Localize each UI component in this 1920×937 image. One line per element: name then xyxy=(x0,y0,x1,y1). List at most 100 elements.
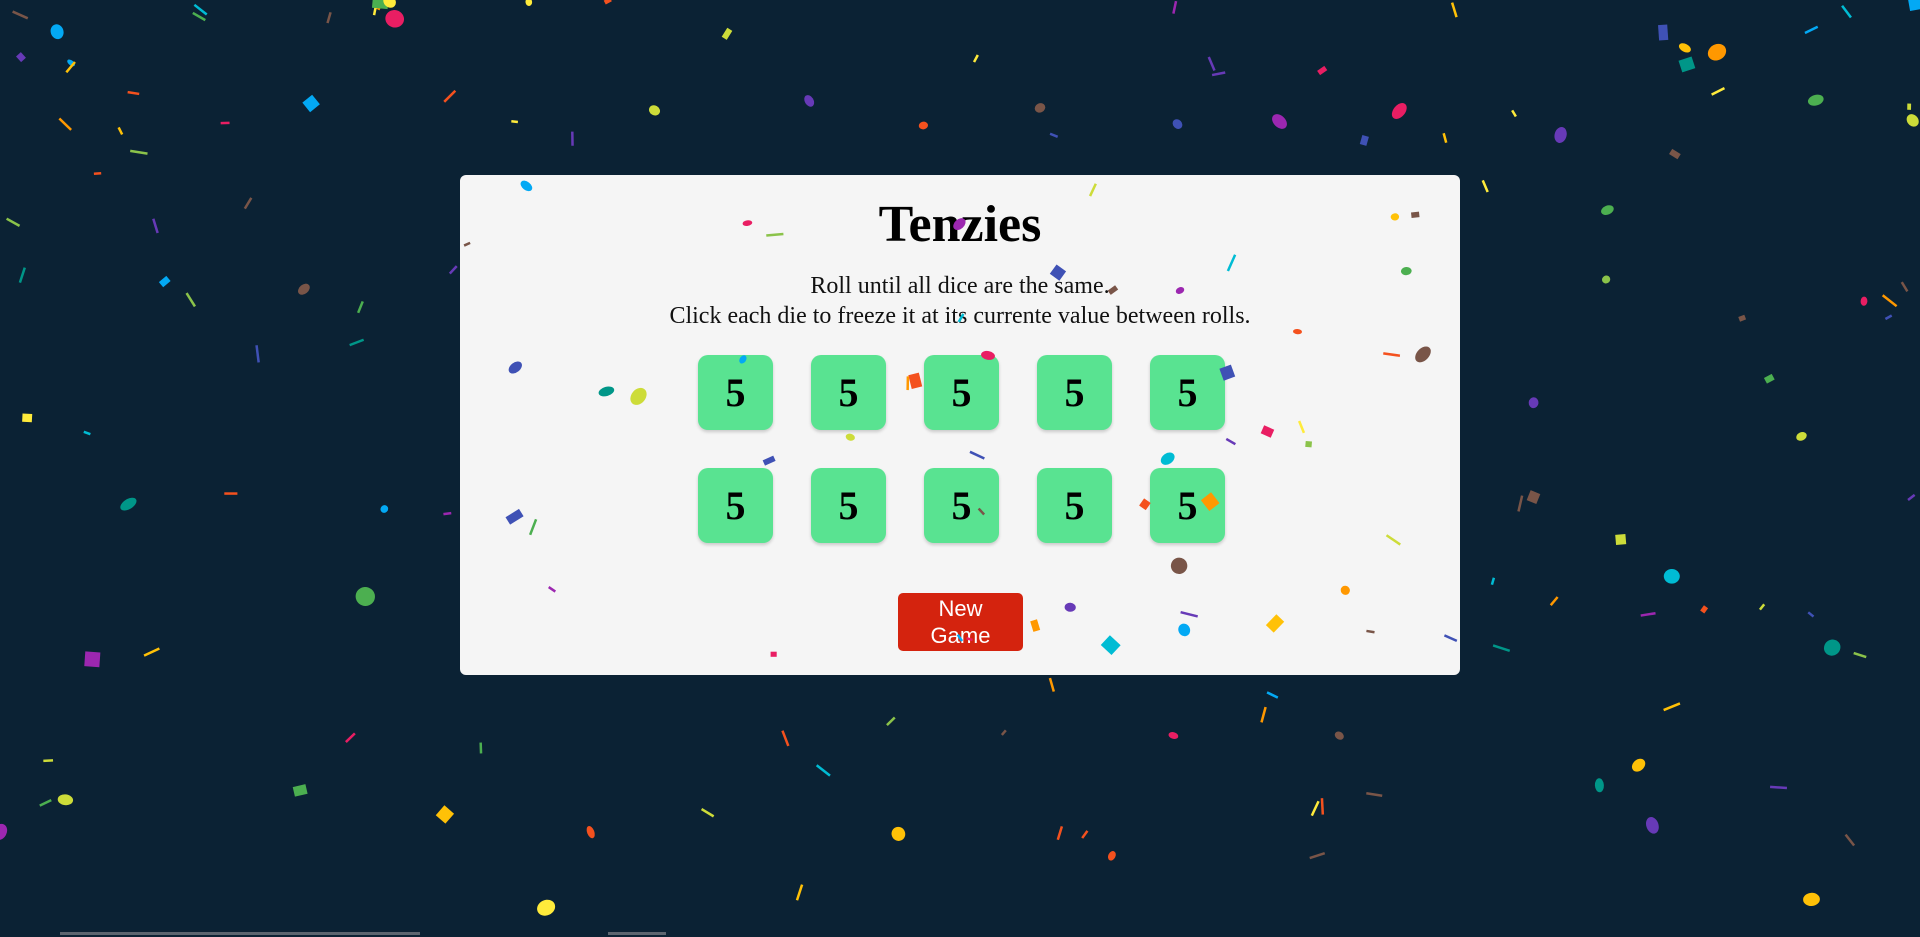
confetti-piece xyxy=(1000,729,1007,736)
confetti-piece xyxy=(127,90,140,96)
confetti-piece xyxy=(158,275,171,288)
confetti-piece xyxy=(586,825,595,839)
die-10[interactable]: 5 xyxy=(1150,468,1225,543)
confetti-piece xyxy=(1481,179,1489,193)
confetti-piece xyxy=(1450,2,1458,18)
confetti-piece xyxy=(1615,534,1627,545)
confetti-piece xyxy=(243,197,253,210)
confetti-piece xyxy=(1646,817,1659,834)
confetti-piece xyxy=(1317,65,1328,76)
confetti-piece xyxy=(1900,281,1909,292)
confetti-piece xyxy=(1906,114,1919,127)
confetti-piece xyxy=(298,283,310,295)
confetti-piece xyxy=(22,413,33,423)
confetti-piece xyxy=(345,732,356,743)
confetti-piece xyxy=(185,292,196,308)
confetti-piece xyxy=(143,647,160,657)
confetti-piece xyxy=(1884,314,1893,321)
confetti-piece xyxy=(1081,830,1089,839)
confetti-piece xyxy=(372,4,381,11)
confetti-piece xyxy=(193,3,208,16)
confetti-piece xyxy=(1807,611,1815,618)
scrollbar-thumb[interactable] xyxy=(608,932,666,935)
confetti-piece xyxy=(1320,798,1325,815)
confetti-piece xyxy=(1841,4,1852,19)
confetti-piece xyxy=(1796,432,1807,441)
confetti-piece xyxy=(1391,103,1407,119)
die-2[interactable]: 5 xyxy=(811,355,886,430)
confetti-piece xyxy=(1554,127,1567,143)
game-title: Tenzies xyxy=(878,196,1042,253)
confetti-piece xyxy=(443,511,452,516)
confetti-piece xyxy=(886,716,896,726)
confetti-piece xyxy=(1266,691,1279,699)
confetti-piece xyxy=(130,149,148,155)
die-9[interactable]: 5 xyxy=(1037,468,1112,543)
confetti-piece xyxy=(1669,148,1681,160)
confetti-piece xyxy=(1107,851,1116,861)
confetti-piece xyxy=(1631,758,1646,772)
confetti-piece xyxy=(1763,373,1775,384)
confetti-piece xyxy=(1823,639,1841,656)
confetti-piece xyxy=(302,94,320,113)
confetti-piece xyxy=(648,105,661,116)
confetti-piece xyxy=(1678,56,1696,73)
confetti-piece xyxy=(700,808,715,818)
confetti-piece xyxy=(1860,296,1868,306)
confetti-piece xyxy=(1272,114,1287,129)
confetti-piece xyxy=(1907,0,1920,12)
die-1[interactable]: 5 xyxy=(698,355,773,430)
confetti-piece xyxy=(891,826,906,841)
confetti-piece xyxy=(84,651,101,668)
confetti-piece xyxy=(65,61,76,74)
confetti-piece xyxy=(918,121,928,130)
confetti-piece xyxy=(120,497,137,511)
confetti-piece xyxy=(117,126,124,135)
game-board: Tenzies Roll until all dice are the same… xyxy=(460,175,1460,675)
die-4[interactable]: 5 xyxy=(1037,355,1112,430)
new-game-button[interactable]: New Game xyxy=(898,593,1023,651)
confetti-piece xyxy=(152,218,159,234)
confetti-piece xyxy=(39,798,52,807)
confetti-piece xyxy=(1442,132,1448,144)
confetti-piece xyxy=(1056,825,1064,841)
confetti-piece xyxy=(1770,785,1788,790)
confetti-piece xyxy=(603,0,612,5)
confetti-piece xyxy=(356,300,364,314)
confetti-piece xyxy=(18,267,26,283)
confetti-piece xyxy=(1707,43,1727,61)
confetti-piece xyxy=(1034,103,1046,113)
confetti-piece xyxy=(1490,577,1496,586)
die-7[interactable]: 5 xyxy=(811,468,886,543)
die-8[interactable]: 5 xyxy=(924,468,999,543)
confetti-piece xyxy=(292,784,308,797)
confetti-piece xyxy=(16,52,26,63)
confetti-piece xyxy=(1172,119,1183,129)
confetti-piece xyxy=(1049,132,1059,138)
die-3[interactable]: 5 xyxy=(924,355,999,430)
confetti-piece xyxy=(1168,732,1179,739)
confetti-piece xyxy=(525,0,533,6)
confetti-piece xyxy=(435,805,455,824)
confetti-piece xyxy=(781,730,790,747)
confetti-piece xyxy=(383,0,396,8)
confetti-piece xyxy=(220,121,230,125)
confetti-piece xyxy=(448,265,458,275)
confetti-piece xyxy=(58,117,72,131)
confetti-piece xyxy=(1528,397,1539,409)
instructions-line-2: Click each die to freeze it at its curre… xyxy=(669,303,1251,329)
confetti-piece xyxy=(192,11,206,22)
horizontal-scrollbar[interactable] xyxy=(60,932,420,935)
confetti-piece xyxy=(1907,493,1916,502)
confetti-piece xyxy=(795,884,804,901)
confetti-piece xyxy=(815,764,831,777)
confetti-piece xyxy=(1207,56,1216,72)
confetti-piece xyxy=(326,11,332,24)
confetti-piece xyxy=(571,131,574,146)
confetti-piece xyxy=(804,95,815,107)
confetti-piece xyxy=(12,10,29,20)
die-6[interactable]: 5 xyxy=(698,468,773,543)
confetti-piece xyxy=(1844,833,1856,847)
die-5[interactable]: 5 xyxy=(1150,355,1225,430)
confetti-piece xyxy=(1526,490,1541,505)
